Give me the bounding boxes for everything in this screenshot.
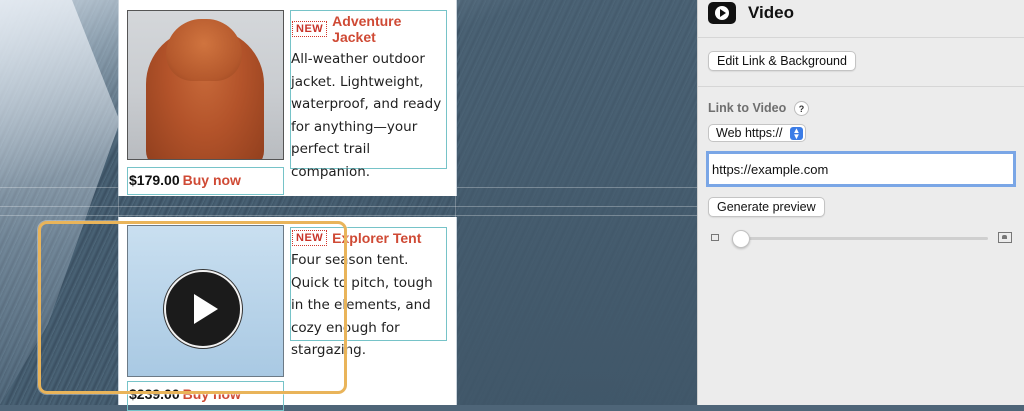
video-icon — [708, 2, 736, 24]
selection-outline[interactable] — [38, 221, 347, 394]
link-source-select[interactable]: Web https:// ▲ ▼ — [708, 124, 806, 142]
forest-ridge — [460, 0, 697, 405]
inspector-header: Video — [708, 2, 794, 24]
slider-knob[interactable] — [732, 230, 750, 248]
edit-link-background-button[interactable]: Edit Link & Background — [708, 51, 856, 71]
alignment-guide — [0, 206, 697, 207]
divider — [698, 86, 1024, 87]
inspector-title: Video — [748, 3, 794, 22]
inspector-panel: Video Edit Link & Background Link to Vid… — [697, 0, 1024, 405]
preview-size-slider[interactable] — [708, 228, 1017, 248]
new-badge: NEW — [292, 21, 328, 37]
alignment-guide — [0, 215, 697, 216]
generate-preview-button[interactable]: Generate preview — [708, 197, 825, 217]
product-price: $179.00 — [129, 172, 180, 188]
slider-track[interactable] — [736, 237, 988, 240]
help-icon[interactable]: ? — [794, 101, 809, 116]
large-image-icon — [998, 232, 1012, 243]
product-title: Adventure Jacket — [332, 13, 402, 45]
jacket-photo[interactable] — [127, 10, 284, 160]
product-description: All-weather outdoor jacket. Lightweight,… — [291, 51, 442, 180]
video-url-input[interactable] — [706, 151, 1016, 187]
price-box[interactable]: $179.00 Buy now — [127, 167, 284, 195]
product-text-box[interactable]: NEW Adventure Jacket All-weather outdoor… — [290, 10, 447, 180]
link-to-video-label: Link to Video — [708, 101, 787, 115]
small-image-icon — [711, 234, 719, 241]
jacket-hood — [166, 19, 242, 81]
product-card-adventure-jacket[interactable]: NEW Adventure Jacket All-weather outdoor… — [118, 0, 457, 196]
buy-now-link[interactable]: Buy now — [183, 172, 241, 188]
chevron-updown-icon: ▲ ▼ — [790, 127, 803, 141]
link-source-value: Web https:// — [716, 126, 783, 140]
divider — [698, 37, 1024, 38]
